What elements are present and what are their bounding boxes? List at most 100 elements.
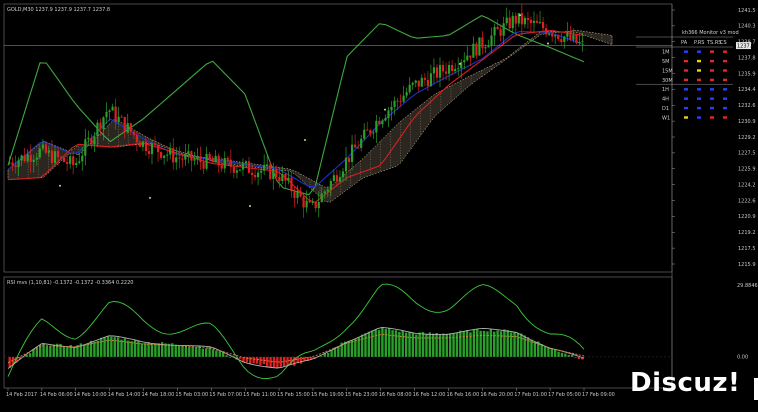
candle-body xyxy=(554,35,557,37)
candle-body xyxy=(350,144,354,162)
candle-body xyxy=(14,165,17,167)
candle-body xyxy=(469,55,472,58)
rsi-bar xyxy=(374,329,377,357)
candle-body xyxy=(520,13,523,25)
candle-body xyxy=(472,43,475,58)
rsi-bar xyxy=(506,330,509,357)
mtf-column-header: CS xyxy=(720,40,727,46)
candle-body xyxy=(135,134,138,143)
mtf-cell-indicator xyxy=(697,97,701,100)
rsi-bar xyxy=(381,327,384,357)
mtf-row-label: 4H xyxy=(662,97,669,103)
candle-body xyxy=(475,43,478,56)
mtf-cell-indicator xyxy=(723,78,727,82)
candle-body xyxy=(17,160,20,167)
mtf-cell-indicator xyxy=(697,78,701,82)
rsi-bar xyxy=(577,356,581,359)
rsi-bar xyxy=(428,332,432,357)
rsi-bar xyxy=(330,350,333,357)
candle-body xyxy=(511,15,514,29)
price-tick-label: 1235.9 xyxy=(738,71,756,77)
candle-body xyxy=(272,169,275,179)
candle-body xyxy=(129,123,132,132)
candle-body xyxy=(253,175,257,178)
time-tick-label: 16 Feb 16:00 xyxy=(446,392,479,398)
rsi-bar xyxy=(442,333,445,357)
candle-body xyxy=(84,139,87,156)
mtf-row-label: D1 xyxy=(662,106,669,112)
mtf-cell-indicator xyxy=(710,97,714,100)
trading-chart[interactable]: 1241.51240.31238.71237.81235.91234.41232… xyxy=(0,0,758,408)
price-tick-label: 1241.5 xyxy=(738,8,756,14)
candle-body xyxy=(444,71,448,74)
candle-body xyxy=(438,65,442,78)
candle-body xyxy=(411,82,414,85)
candle-body xyxy=(293,191,296,198)
rsi-bar xyxy=(150,343,154,357)
candle-body xyxy=(181,158,184,160)
candle-body xyxy=(393,100,396,107)
candle-body xyxy=(241,163,245,170)
time-tick-label: 14 Feb 14:00 xyxy=(108,392,141,398)
mtf-cell-indicator xyxy=(684,78,688,82)
candle-body xyxy=(217,155,220,166)
candle-body xyxy=(408,84,411,93)
candle-body xyxy=(138,142,141,147)
rsi-bar xyxy=(465,329,469,357)
time-tick-label: 16 Feb 12:00 xyxy=(413,392,446,398)
rsi-bar xyxy=(554,349,557,357)
rsi-bar xyxy=(503,329,506,357)
rsi-bar xyxy=(421,332,425,357)
candle[interactable] xyxy=(269,162,272,181)
candle-body xyxy=(235,170,238,173)
rsi-bar xyxy=(425,333,428,357)
candle-body xyxy=(87,137,90,140)
candle-body xyxy=(184,154,187,160)
candle-body xyxy=(166,154,169,156)
candle-body xyxy=(244,161,248,164)
rsi-bar xyxy=(567,354,570,357)
candle-body xyxy=(326,189,329,192)
candle-body xyxy=(481,37,484,48)
rsi-bar xyxy=(489,329,493,357)
rsi-bar xyxy=(194,347,198,357)
candle-body xyxy=(387,110,390,119)
candle-body xyxy=(426,79,429,87)
rsi-bar xyxy=(411,332,415,357)
candle-body xyxy=(8,162,11,164)
current-price-label: 1237.8 xyxy=(737,43,755,49)
candle-body xyxy=(344,157,348,172)
candle-body xyxy=(260,170,263,173)
rsi-bar xyxy=(479,330,482,357)
rsi-bar xyxy=(177,345,181,357)
candle-body xyxy=(502,23,505,36)
candle-body xyxy=(529,19,533,24)
candle-body xyxy=(41,144,44,149)
time-tick-label: 15 Feb 15:00 xyxy=(277,392,310,398)
candle-body xyxy=(457,68,460,70)
candle-body xyxy=(269,164,272,179)
rsi-bar xyxy=(116,337,120,357)
rsi-bar xyxy=(543,346,547,357)
rsi-bar xyxy=(120,339,123,357)
candle[interactable] xyxy=(575,33,578,45)
mtf-cell-indicator xyxy=(710,78,714,82)
candle-body xyxy=(26,154,29,162)
rsi-bar xyxy=(191,346,194,357)
price-tick-label: 1215.9 xyxy=(738,262,756,268)
rsi-bar xyxy=(435,332,438,357)
rsi-bar xyxy=(93,341,96,357)
candle-body xyxy=(390,106,393,111)
candle-body xyxy=(296,191,299,198)
rsi-bar xyxy=(83,344,86,357)
rsi-bar xyxy=(459,330,462,357)
candle-body xyxy=(463,60,466,63)
rsi-bar xyxy=(266,356,269,368)
candle-body xyxy=(250,172,254,176)
candle-body xyxy=(223,157,226,169)
rsi-bar xyxy=(360,334,364,357)
mtf-cell-indicator xyxy=(684,106,688,110)
candle-body xyxy=(338,177,342,182)
rsi-bar xyxy=(215,350,218,357)
candle[interactable] xyxy=(478,37,481,56)
